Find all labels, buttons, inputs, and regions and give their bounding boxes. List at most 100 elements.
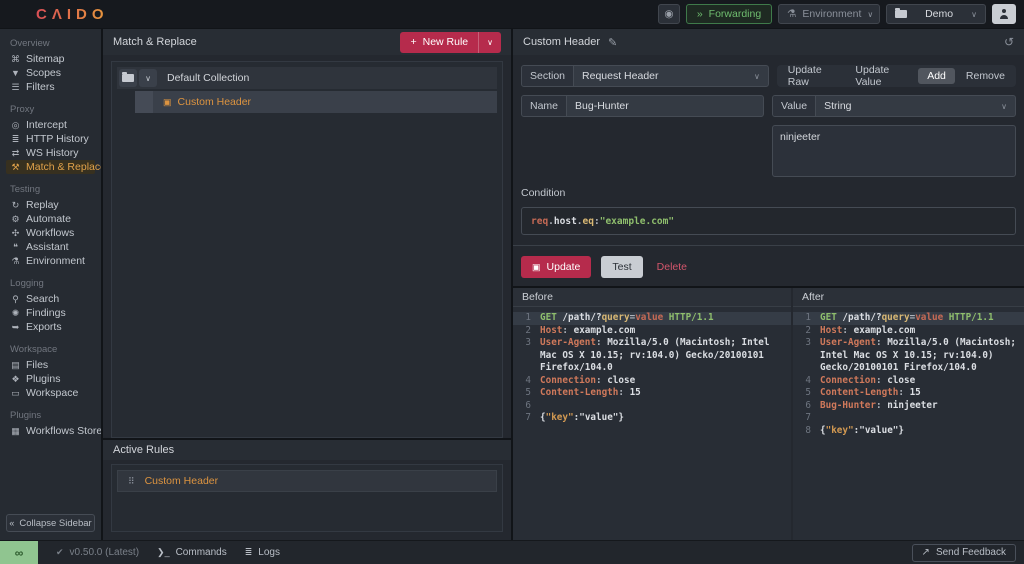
sidebar-item-assistant[interactable]: ❝Assistant <box>6 240 95 254</box>
line-number: 1 <box>798 312 811 325</box>
top-bar: CΛIDO ◉ » Forwarding ⚗ Environment ∨ Dem… <box>0 0 1024 28</box>
match-replace-icon: ⚒ <box>10 161 21 173</box>
sidebar-item-workflows[interactable]: ✣Workflows <box>6 226 95 240</box>
edit-name-icon[interactable]: ✎ <box>608 36 617 49</box>
sidebar-item-label: Sitemap <box>26 53 65 65</box>
collection-expand-button[interactable]: ∨ <box>139 69 157 87</box>
op-update-raw[interactable]: Update Raw <box>779 62 845 90</box>
collapse-sidebar-label: Collapse Sidebar <box>19 518 91 529</box>
replay-icon: ↻ <box>10 199 21 211</box>
link-icon: ∞ <box>15 546 24 560</box>
sidebar-item-scopes[interactable]: ▼Scopes <box>6 66 95 80</box>
code-text: GET /path/?query=value HTTP/1.1 <box>820 312 994 325</box>
rule-drag-handle[interactable] <box>135 91 153 113</box>
app-body: Overview⌘Sitemap▼Scopes☰FiltersProxy◎Int… <box>0 29 1024 540</box>
test-button[interactable]: Test <box>601 256 642 278</box>
rule-editor-form: Section Request Header ∨ Update RawUpdat… <box>513 55 1024 286</box>
sidebar-item-findings[interactable]: ✺Findings <box>6 306 95 320</box>
rule-editor-header: Custom Header ✎ ↺ <box>513 29 1024 55</box>
reset-icon[interactable]: ↺ <box>1004 35 1014 49</box>
folder-icon <box>895 10 907 18</box>
preview-split: Before 1GET /path/?query=value HTTP/1.12… <box>513 286 1024 540</box>
active-rule-row[interactable]: ⠿Custom Header <box>117 470 497 492</box>
chevron-down-icon: ∨ <box>867 10 873 19</box>
sidebar-section-overview: Overview⌘Sitemap▼Scopes☰Filters <box>6 35 95 94</box>
forwarding-icon: » <box>697 8 703 20</box>
project-dropdown[interactable]: Demo ∨ <box>886 4 986 24</box>
sidebar-item-intercept[interactable]: ◎Intercept <box>6 118 95 132</box>
version-label: v0.50.0 (Latest) <box>70 547 139 558</box>
sidebar-item-http-history[interactable]: ≣HTTP History <box>6 132 95 146</box>
sidebar-item-sitemap[interactable]: ⌘ Sitemap <box>6 52 95 66</box>
sidebar-section-title: Testing <box>6 181 95 198</box>
sidebar-item-search[interactable]: ⚲Search <box>6 292 95 306</box>
chevrons-left-icon: « <box>9 518 14 528</box>
section-select[interactable]: Section Request Header ∨ <box>521 65 769 87</box>
sidebar-nav: Overview⌘Sitemap▼Scopes☰FiltersProxy◎Int… <box>0 35 101 510</box>
condition-input[interactable]: req.host.eq:"example.com" <box>521 207 1016 235</box>
code-line: 7{"key":"value"} <box>513 412 791 425</box>
sidebar-item-replay[interactable]: ↻Replay <box>6 198 95 212</box>
certificate-button[interactable]: ◉ <box>658 4 680 24</box>
sidebar-section-title: Logging <box>6 275 95 292</box>
sidebar-item-label: Exports <box>26 321 62 333</box>
exports-icon: ➥ <box>10 321 21 333</box>
sidebar-item-environment[interactable]: ⚗Environment <box>6 254 95 268</box>
name-field[interactable]: Name Bug-Hunter <box>521 95 764 117</box>
code-text: Bug-Hunter: ninjeeter <box>820 400 938 413</box>
active-rules-header: Active Rules <box>103 438 511 460</box>
document-icon: ≣ <box>245 547 253 558</box>
sidebar-section-title: Plugins <box>6 407 95 424</box>
environment-label: Environment <box>802 8 861 20</box>
after-code[interactable]: 1GET /path/?query=value HTTP/1.12Host: e… <box>793 307 1024 540</box>
collapse-sidebar-button[interactable]: « Collapse Sidebar <box>6 514 95 532</box>
value-text-input[interactable]: ninjeeter <box>772 125 1016 177</box>
environment-dropdown[interactable]: ⚗ Environment ∨ <box>778 4 880 24</box>
send-feedback-button[interactable]: ↗ Send Feedback <box>912 544 1016 562</box>
chevron-down-icon: ∨ <box>971 10 977 19</box>
workflows-icon: ✣ <box>10 227 21 239</box>
sidebar-item-plugins[interactable]: ❖Plugins <box>6 372 95 386</box>
sidebar-item-files[interactable]: ▤Files <box>6 358 95 372</box>
sidebar-item-workspace[interactable]: ▭Workspace <box>6 386 95 400</box>
workspace-icon: ▭ <box>10 387 21 399</box>
plus-icon: + <box>410 36 416 48</box>
rule-row-custom-header[interactable]: ▣ Custom Header <box>135 91 497 113</box>
active-rules-title: Active Rules <box>113 444 174 456</box>
sidebar-item-automate[interactable]: ⚙Automate <box>6 212 95 226</box>
connection-button[interactable]: ∞ <box>0 541 38 564</box>
logs-button[interactable]: ≣ Logs <box>245 547 280 558</box>
before-pane: Before 1GET /path/?query=value HTTP/1.12… <box>513 288 791 540</box>
http-history-icon: ≣ <box>10 133 21 145</box>
update-button[interactable]: ▣ Update <box>521 256 591 278</box>
commands-button[interactable]: ❯_ Commands <box>157 547 227 558</box>
sitemap-icon: ⌘ <box>10 53 21 65</box>
chevron-down-icon[interactable]: ∨ <box>478 32 501 53</box>
user-menu-button[interactable] <box>992 4 1016 24</box>
sidebar-item-label: Search <box>26 293 59 305</box>
sidebar-item-match-replace[interactable]: ⚒Match & Replace <box>6 160 95 174</box>
delete-button[interactable]: Delete <box>653 256 691 278</box>
sidebar-section-title: Workspace <box>6 341 95 358</box>
sidebar-item-workflows-store[interactable]: ▦Workflows Store <box>6 424 95 438</box>
op-add[interactable]: Add <box>918 68 955 84</box>
collection-row[interactable]: ∨ Default Collection <box>117 67 497 89</box>
rule-editor-panel: Custom Header ✎ ↺ Section Request Header… <box>513 29 1024 540</box>
scopes-icon: ▼ <box>10 67 21 79</box>
before-code[interactable]: 1GET /path/?query=value HTTP/1.12Host: e… <box>513 307 791 540</box>
drag-handle-icon[interactable]: ⠿ <box>128 476 135 487</box>
op-update-value[interactable]: Update Value <box>846 62 916 90</box>
line-number: 3 <box>798 337 811 375</box>
forwarding-button[interactable]: » Forwarding <box>686 4 772 24</box>
delete-label: Delete <box>657 261 687 273</box>
new-rule-button[interactable]: + New Rule ∨ <box>400 32 501 53</box>
value-type-select[interactable]: Value String ∨ <box>772 95 1016 117</box>
op-remove[interactable]: Remove <box>957 68 1014 84</box>
sidebar-item-ws-history[interactable]: ⇄WS History <box>6 146 95 160</box>
collection-folder-button[interactable] <box>119 69 137 87</box>
sidebar-item-exports[interactable]: ➥ Exports <box>6 320 95 334</box>
sidebar-item-filters[interactable]: ☰Filters <box>6 80 95 94</box>
line-number: 5 <box>518 387 531 400</box>
line-number: 2 <box>518 325 531 338</box>
folder-icon <box>122 74 134 82</box>
